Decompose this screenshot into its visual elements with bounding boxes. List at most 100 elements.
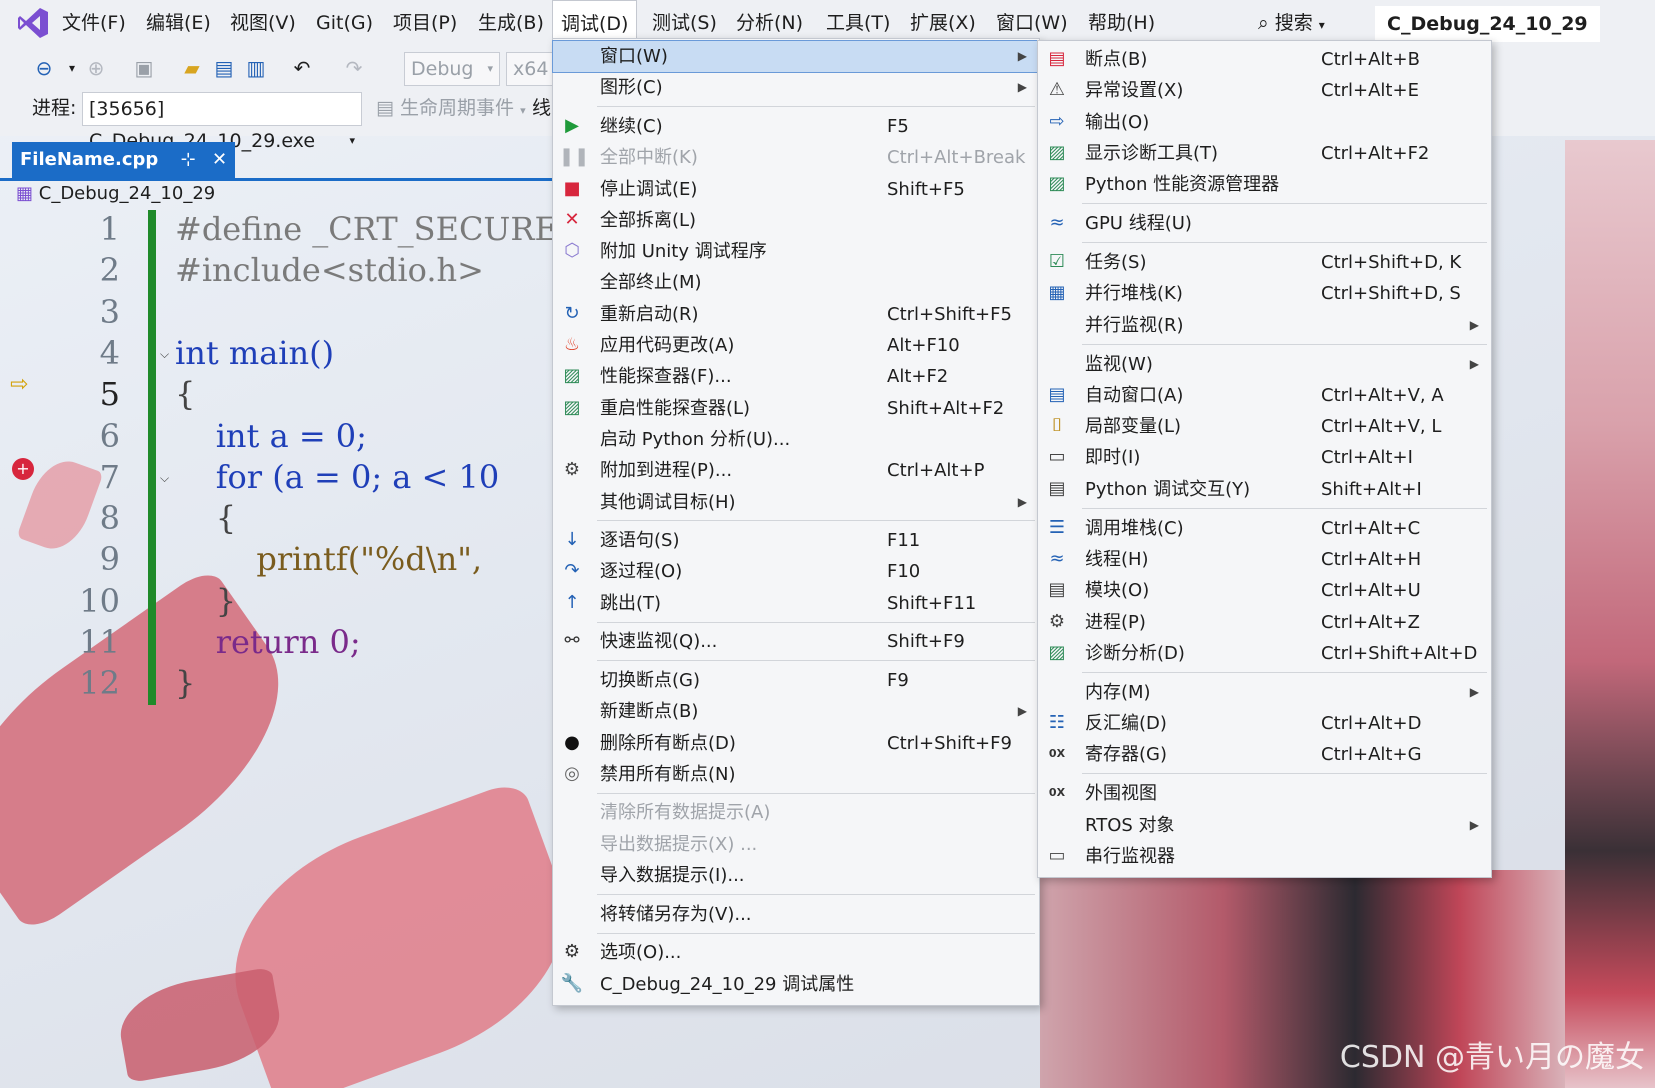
menu-item[interactable]: 并行监视(R) ▶ (1038, 310, 1491, 341)
menubar-item[interactable]: 视图(V) (222, 0, 304, 46)
menu-item[interactable]: ⇨ 输出(O) (1038, 107, 1491, 138)
menu-item[interactable]: ↓ 逐语句(S) F11 (553, 525, 1039, 556)
code-line[interactable]: } (175, 664, 195, 702)
menubar-item[interactable]: 文件(F) (54, 0, 134, 46)
menu-item[interactable]: 其他调试目标(H) ▶ (553, 487, 1039, 518)
navigate-forward-icon[interactable]: ⊕ (82, 54, 110, 82)
menu-item[interactable]: ☷ 反汇编(D) Ctrl+Alt+D (1038, 708, 1491, 739)
menu-item-label: 应用代码更改(A) (600, 335, 735, 356)
menu-item[interactable]: ▨ 显示诊断工具(T) Ctrl+Alt+F2 (1038, 138, 1491, 169)
menu-item[interactable]: ▭ 即时(I) Ctrl+Alt+I (1038, 442, 1491, 473)
project-icon: ▦ (16, 183, 34, 204)
submenu-arrow-icon: ▶ (1017, 494, 1027, 509)
menu-item[interactable]: ● 删除所有断点(D) Ctrl+Shift+F9 (553, 728, 1039, 759)
menu-item[interactable]: 启动 Python 分析(U)... (553, 424, 1039, 455)
code-line[interactable]: #include<stdio.h> (175, 251, 484, 289)
menu-item[interactable]: 0X 外围视图 (1038, 778, 1491, 809)
menu-item[interactable]: ▨ Python 性能资源管理器 (1038, 169, 1491, 200)
menu-item[interactable]: ◎ 禁用所有断点(N) (553, 759, 1039, 790)
menu-item[interactable]: 导入数据提示(I)... (553, 860, 1039, 891)
menu-item[interactable]: ⚙ 附加到进程(P)... Ctrl+Alt+P (553, 455, 1039, 486)
menu-item[interactable]: 新建断点(B) ▶ (553, 696, 1039, 727)
menubar-item[interactable]: 项目(P) (385, 0, 465, 46)
menu-item[interactable]: ✕ 全部拆离(L) (553, 205, 1039, 236)
menu-item[interactable]: 切换断点(G) F9 (553, 665, 1039, 696)
menu-item[interactable]: ↑ 跳出(T) Shift+F11 (553, 588, 1039, 619)
menu-item[interactable]: 窗口(W) ▶ (552, 40, 1040, 73)
menu-item[interactable]: ▶ 继续(C) F5 (553, 111, 1039, 142)
save-all-icon[interactable]: ▥ (242, 54, 270, 82)
line-number: 1 (99, 210, 120, 248)
menu-item[interactable]: ☰ 调用堆栈(C) Ctrl+Alt+C (1038, 513, 1491, 544)
menu-item[interactable]: ■ 停止调试(E) Shift+F5 (553, 174, 1039, 205)
code-line[interactable]: } (175, 582, 236, 620)
menu-item[interactable]: 全部终止(M) (553, 267, 1039, 298)
fold-toggle-icon[interactable]: ⌵ (160, 471, 174, 485)
menu-item[interactable]: ▨ 重启性能探查器(L) Shift+Alt+F2 (553, 393, 1039, 424)
menu-item[interactable]: ▤ 模块(O) Ctrl+Alt+U (1038, 575, 1491, 606)
menu-item[interactable]: ⚙ 进程(P) Ctrl+Alt+Z (1038, 607, 1491, 638)
lifecycle-events-button[interactable]: ▤ 生命周期事件 ▾ (376, 92, 526, 127)
save-icon[interactable]: ▤ (210, 54, 238, 82)
pin-icon[interactable]: ⊹ (181, 149, 196, 170)
code-line[interactable]: printf("%d\n", (175, 540, 482, 578)
menu-item[interactable]: ↷ 逐过程(O) F10 (553, 556, 1039, 587)
menu-item-label: 线程(H) (1085, 548, 1149, 570)
menu-item[interactable]: ▭ 串行监视器 (1038, 841, 1491, 872)
menu-item-shortcut: F11 (887, 530, 921, 552)
menu-item[interactable]: 🔧 C_Debug_24_10_29 调试属性 (553, 969, 1039, 1000)
pause-icon: ❚❚ (559, 146, 590, 168)
menu-item[interactable]: 图形(C) ▶ (553, 72, 1039, 103)
locals-icon: ⌷ (1051, 415, 1063, 437)
tab-filename-cpp[interactable]: FileName.cpp ⊹ ✕ (12, 142, 236, 178)
menu-item[interactable]: ≈ 线程(H) Ctrl+Alt+H (1038, 544, 1491, 575)
code-line[interactable]: for (a = 0; a < 10 (175, 458, 500, 496)
menu-item[interactable]: ≈ GPU 线程(U) (1038, 208, 1491, 239)
close-icon[interactable]: ✕ (212, 149, 227, 170)
menu-item[interactable]: 将转储另存为(V)... (553, 899, 1039, 930)
redo-icon[interactable]: ↷ (340, 54, 368, 82)
code-line[interactable]: { (175, 375, 195, 413)
code-line[interactable]: { (175, 499, 236, 537)
menu-item[interactable]: ▤ Python 调试交互(Y) Shift+Alt+I (1038, 474, 1491, 505)
menu-item[interactable]: ▦ 并行堆栈(K) Ctrl+Shift+D, S (1038, 278, 1491, 309)
menu-item[interactable]: ♨ 应用代码更改(A) Alt+F10 (553, 330, 1039, 361)
menu-item[interactable]: ⌷ 局部变量(L) Ctrl+Alt+V, L (1038, 411, 1491, 442)
process-dropdown[interactable]: [35656] C_Debug_24_10_29.exe ▾ (82, 92, 362, 152)
new-item-icon[interactable]: ▣ (130, 54, 158, 82)
fold-toggle-icon[interactable]: ⌵ (160, 347, 174, 361)
diagnostic-tools-icon: ▨ (1048, 141, 1066, 163)
breakpoint-icon[interactable]: + (12, 458, 34, 480)
menu-item-label: 图形(C) (600, 77, 663, 99)
menu-item[interactable]: ⚯ 快速监视(Q)... Shift+F9 (553, 626, 1039, 657)
visual-studio-logo-icon[interactable] (16, 6, 50, 40)
menu-item[interactable]: 监视(W) ▶ (1038, 349, 1491, 380)
editor-navigation-bar[interactable]: ▦ C_Debug_24_10_29 (0, 180, 580, 208)
configuration-dropdown[interactable]: Debug ▾ (404, 52, 500, 86)
menu-separator (597, 932, 1035, 934)
menu-item[interactable]: ☑ 任务(S) Ctrl+Shift+D, K (1038, 247, 1491, 278)
code-line[interactable]: return 0; (175, 623, 361, 661)
menu-item[interactable]: RTOS 对象 ▶ (1038, 810, 1491, 841)
menu-item-shortcut: Ctrl+Shift+D, S (1321, 283, 1461, 305)
code-line[interactable]: int main() (175, 334, 334, 372)
menu-item[interactable]: ▤ 断点(B) Ctrl+Alt+B (1038, 44, 1491, 75)
menubar-item[interactable]: Git(G) (308, 0, 381, 46)
menu-item[interactable]: ▤ 自动窗口(A) Ctrl+Alt+V, A (1038, 380, 1491, 411)
menu-item[interactable]: ▨ 性能探查器(F)... Alt+F2 (553, 361, 1039, 392)
tasks-icon: ☑ (1048, 251, 1066, 272)
menu-item[interactable]: ⚙ 选项(O)... (553, 937, 1039, 968)
code-line[interactable]: int a = 0; (175, 417, 367, 455)
menu-item[interactable]: 0X 寄存器(G) Ctrl+Alt+G (1038, 739, 1491, 770)
menu-item[interactable]: ⬡ 附加 Unity 调试程序 (553, 236, 1039, 267)
menubar-item[interactable]: 编辑(E) (138, 0, 219, 46)
platform-value: x64 (513, 58, 549, 80)
undo-icon[interactable]: ↶ (288, 54, 316, 82)
menu-item[interactable]: ↻ 重新启动(R) Ctrl+Shift+F5 (553, 299, 1039, 330)
menu-item[interactable]: ▨ 诊断分析(D) Ctrl+Shift+Alt+D (1038, 638, 1491, 669)
menubar-item[interactable]: 生成(B) (470, 0, 552, 46)
navigate-back-icon[interactable]: ⊖ (30, 54, 58, 82)
open-folder-icon[interactable]: ▰ (178, 54, 206, 82)
menu-item[interactable]: ⚠ 异常设置(X) Ctrl+Alt+E (1038, 75, 1491, 106)
menu-item[interactable]: 内存(M) ▶ (1038, 677, 1491, 708)
